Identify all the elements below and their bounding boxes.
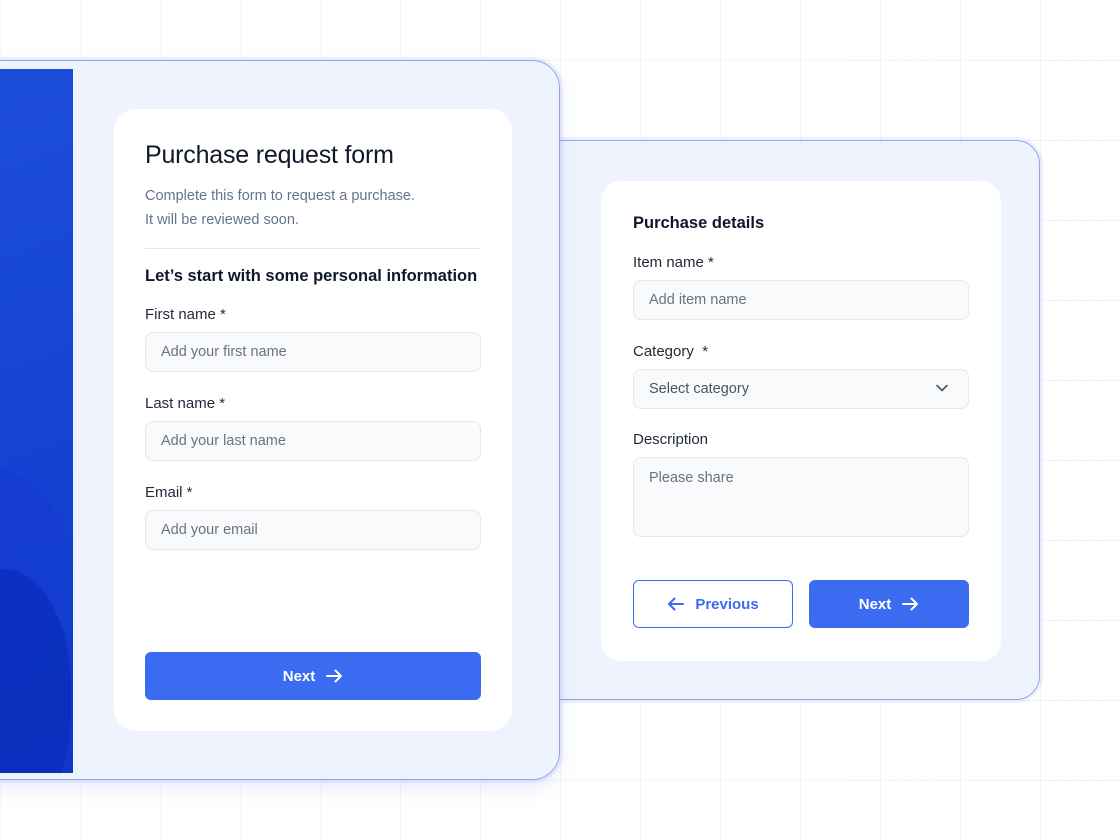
- purchase-details-card: Purchase details Item name * Category * …: [601, 181, 1001, 661]
- details-next-button-label: Next: [858, 595, 892, 613]
- previous-button-label: Previous: [695, 595, 759, 613]
- last-name-label: Last name *: [145, 395, 226, 412]
- form-navigation: Previous Next: [633, 580, 969, 628]
- form-description-line-2: It will be reviewed soon.: [145, 212, 299, 228]
- first-name-label: First name *: [145, 306, 226, 323]
- purchase-details-window: Purchase details Item name * Category * …: [520, 140, 1040, 700]
- arrow-right-icon: [901, 597, 919, 611]
- next-button-label: Next: [282, 667, 316, 685]
- chevron-down-icon[interactable]: [935, 381, 949, 395]
- personal-info-heading: Let’s start with some personal informati…: [145, 267, 478, 285]
- item-name-label: Item name *: [633, 254, 714, 271]
- category-label: Category *: [633, 343, 709, 360]
- details-next-button[interactable]: Next: [809, 580, 969, 628]
- brand-side-panel: [0, 69, 73, 773]
- page-title: Purchase request form: [145, 141, 394, 169]
- divider: [145, 248, 481, 249]
- email-label: Email *: [145, 484, 193, 501]
- email-input[interactable]: [145, 510, 481, 550]
- next-button[interactable]: Next: [145, 652, 481, 700]
- description-label: Description: [633, 431, 709, 448]
- arrow-right-icon: [325, 669, 343, 683]
- arrow-left-icon: [667, 597, 685, 611]
- description-textarea[interactable]: [633, 457, 969, 537]
- last-name-input[interactable]: [145, 421, 481, 461]
- first-name-input[interactable]: [145, 332, 481, 372]
- form-description-line-1: Complete this form to request a purchase…: [145, 188, 415, 204]
- category-select-value[interactable]: Select category: [633, 369, 969, 409]
- previous-button[interactable]: Previous: [633, 580, 793, 628]
- purchase-details-heading: Purchase details: [633, 214, 765, 232]
- purchase-request-card: Purchase request form Complete this form…: [114, 109, 512, 731]
- category-select[interactable]: Select category: [633, 369, 969, 409]
- item-name-input[interactable]: [633, 280, 969, 320]
- purchase-request-window: Purchase request form Complete this form…: [0, 60, 560, 780]
